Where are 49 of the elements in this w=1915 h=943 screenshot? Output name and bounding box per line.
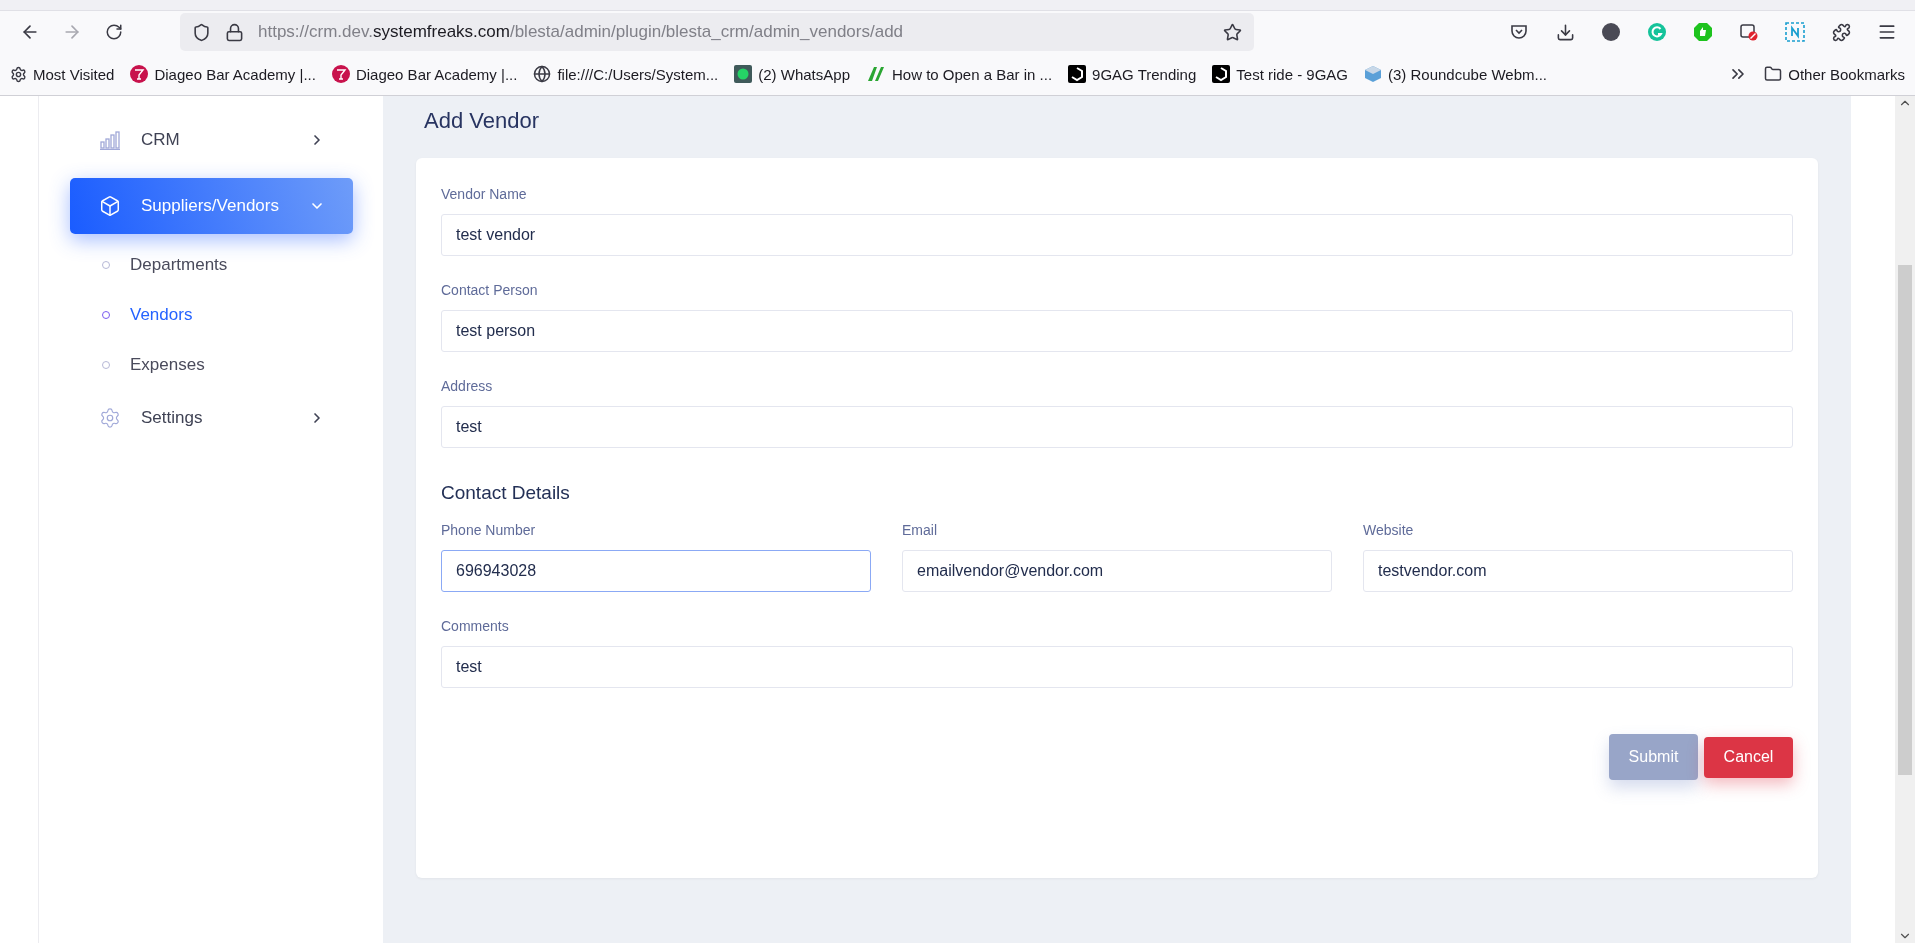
page-title: Add Vendor xyxy=(424,107,540,135)
bar-chart-icon xyxy=(99,130,121,150)
input-field[interactable]: 696943028 xyxy=(441,550,871,592)
lock-icon xyxy=(225,22,244,42)
reload-icon[interactable] xyxy=(105,23,123,41)
input-field[interactable]: test vendor xyxy=(441,214,1793,256)
field-label: Comments xyxy=(441,618,510,634)
bookmark-folder[interactable]: Other Bookmarks xyxy=(1764,65,1905,83)
cancel-button[interactable]: Cancel xyxy=(1704,736,1793,778)
input-field[interactable]: test xyxy=(441,646,1793,688)
input-field[interactable]: emailvendor@vendor.com xyxy=(902,550,1332,592)
sidebar-subitem[interactable]: Expenses xyxy=(70,340,353,390)
bookmark-link[interactable]: file:///C:/Users/System... xyxy=(533,65,719,83)
gear-icon xyxy=(99,407,121,429)
globe-icon xyxy=(533,65,552,83)
section-title: Contact Details xyxy=(441,482,571,504)
gear-icon xyxy=(10,65,27,83)
chat-bubble-icon xyxy=(734,65,753,83)
field-label: Vendor Name xyxy=(441,186,528,202)
input-field[interactable]: test person xyxy=(441,310,1793,352)
sidebar-subitem[interactable]: Vendors xyxy=(70,290,353,340)
shield-icon xyxy=(192,22,211,42)
bookmark-link[interactable]: Diageo Bar Academy |... xyxy=(130,65,316,83)
cube-icon xyxy=(1364,65,1382,83)
box-icon xyxy=(99,195,121,217)
sidebar-subitem[interactable]: Departments xyxy=(70,240,353,290)
bookmark-link[interactable]: (3) Roundcube Webm... xyxy=(1364,65,1547,83)
bookmark-link[interactable]: Most Visited xyxy=(10,65,115,83)
field-label: Website xyxy=(1363,522,1415,538)
field-label: Contact Person xyxy=(441,282,539,298)
field-label: Email xyxy=(902,522,938,538)
bookmark-link[interactable]: (2) WhatsApp xyxy=(734,65,850,83)
sidebar-item[interactable]: CRM xyxy=(70,112,353,168)
slash-logo-icon xyxy=(866,65,886,83)
bookmark-link[interactable]: 9GAG Trending xyxy=(1068,65,1197,83)
bookmark-star-icon[interactable] xyxy=(1223,22,1242,42)
sidebar-item[interactable]: Settings xyxy=(70,390,353,446)
address-bar[interactable]: https://crm.dev.systemfreaks.com/blesta/admin/plugin/blesta_crm/admin_vendors/add xyxy=(180,13,1254,51)
scrollbar[interactable] xyxy=(1895,96,1915,943)
field-label: Phone Number xyxy=(441,522,537,538)
bookmark-link[interactable]: Test ride - 9GAG xyxy=(1212,65,1348,83)
folder-icon xyxy=(1764,65,1783,83)
input-field[interactable]: testvendor.com xyxy=(1363,550,1793,592)
bookmark-link[interactable]: Diageo Bar Academy |... xyxy=(331,65,518,83)
input-field[interactable]: test xyxy=(441,406,1793,448)
field-label: Address xyxy=(441,378,494,394)
bookmark-link[interactable]: How to Open a Bar in ... xyxy=(866,65,1053,83)
url-text: https://crm.dev.systemfreaks.com/blesta/admin/plugin/blesta_crm/admin_vendors/add xyxy=(258,22,905,42)
sidebar-item[interactable]: Suppliers/Vendors xyxy=(70,178,353,234)
